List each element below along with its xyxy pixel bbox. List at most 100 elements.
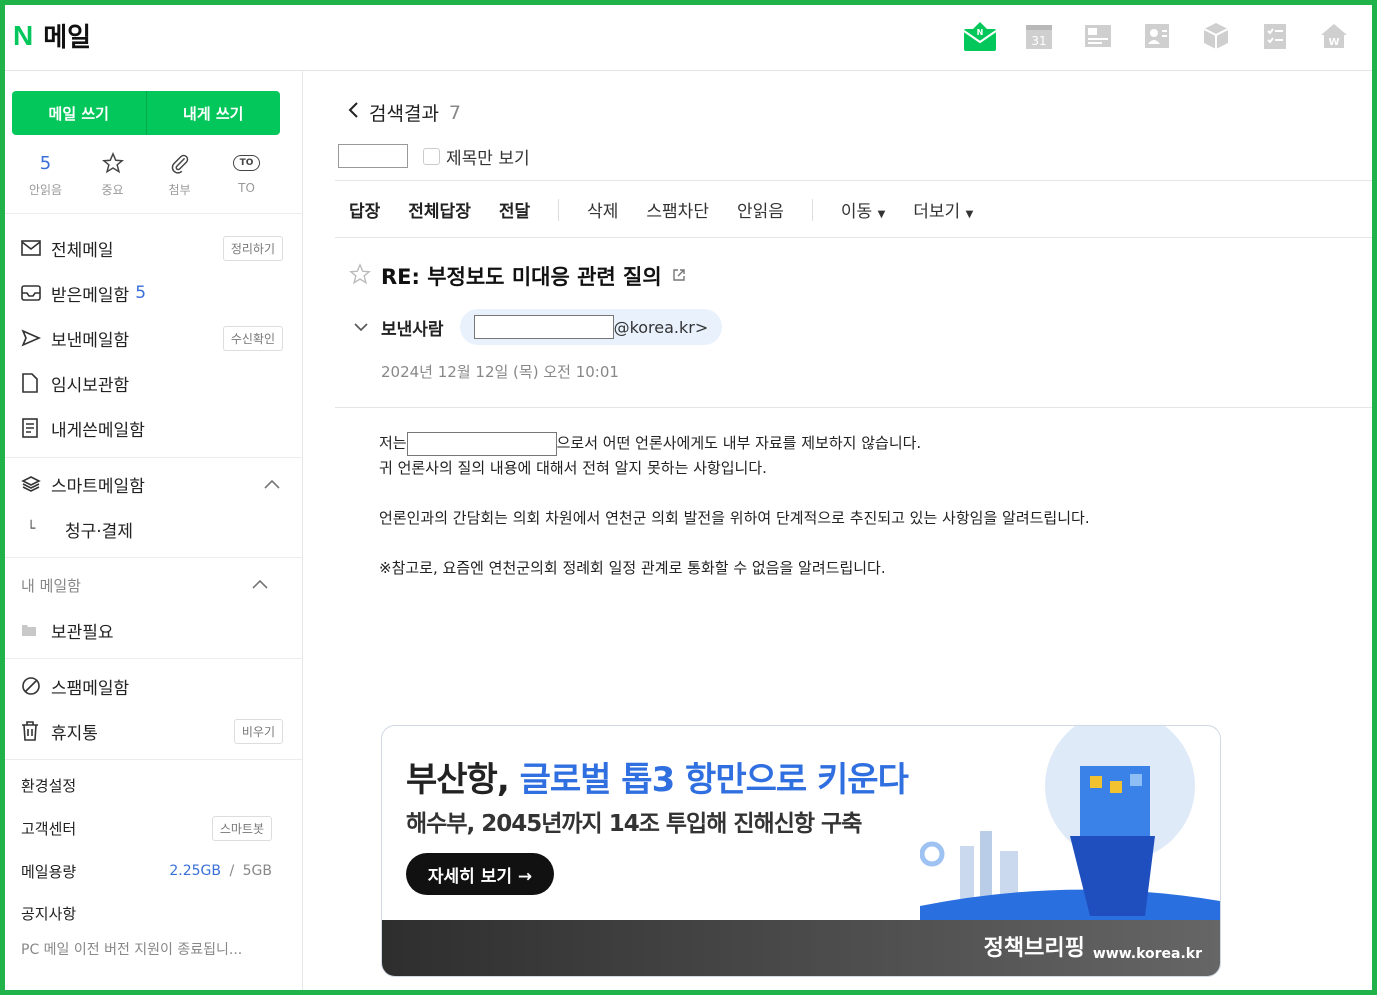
folder-drafts[interactable]: 임시보관함	[21, 368, 285, 398]
settings-link[interactable]: 환경설정	[21, 775, 76, 796]
folder-spam[interactable]: 스팸메일함	[21, 671, 285, 701]
contacts-icon[interactable]	[1138, 17, 1175, 54]
unread-filter[interactable]: 5 안읽음	[12, 151, 79, 213]
reply-all-button[interactable]: 전체답장	[408, 197, 471, 222]
folder-sent[interactable]: 보낸메일함 수신확인	[21, 323, 285, 353]
more-label: 더보기	[913, 202, 961, 222]
folder-trash[interactable]: 휴지통 비우기	[21, 716, 285, 746]
block-spam-button[interactable]: 스팸차단	[646, 197, 709, 222]
smartbot-button[interactable]: 스마트봇	[211, 816, 272, 841]
service-title[interactable]: 메일	[43, 17, 91, 54]
toolbar-divider	[811, 198, 813, 221]
more-dropdown[interactable]: 더보기 ▼	[913, 197, 973, 222]
box-icon[interactable]	[1197, 17, 1234, 54]
ad-banner[interactable]: 부산항, 글로벌 톱3 항만으로 키운다 해수부, 2045년까지 14조 투입…	[381, 725, 1221, 977]
document-icon	[21, 373, 43, 393]
body-line1-start: 저는	[379, 434, 407, 452]
trash-icon	[21, 721, 43, 741]
move-label: 이동	[840, 202, 873, 222]
to-icon-text: TO	[232, 155, 261, 171]
forward-button[interactable]: 전달	[499, 197, 530, 222]
inbox-unread-count[interactable]: 5	[135, 283, 146, 303]
organize-button[interactable]: 정리하기	[222, 236, 283, 261]
mail-icon[interactable]: N	[961, 17, 998, 54]
empty-trash-button[interactable]: 비우기	[233, 719, 283, 744]
calendar-day-text: 31	[1031, 34, 1046, 48]
move-dropdown[interactable]: 이동 ▼	[841, 197, 885, 222]
body-paragraph: 저는 으로서 어떤 언론사에게도 내부 자료를 제보하지 않습니다. 귀 언론사의…	[379, 431, 1090, 481]
todo-icon[interactable]	[1256, 17, 1293, 54]
sender-domain: @korea.kr>	[613, 317, 709, 337]
sender-row: 보낸사람 @korea.kr>	[353, 309, 723, 345]
support-link[interactable]: 고객센터	[21, 818, 76, 839]
mail-subject: RE: 부정보도 미대응 관련 질의	[349, 261, 686, 291]
mark-unread-button[interactable]: 안읽음	[737, 197, 784, 222]
folder-smart[interactable]: 스마트메일함	[21, 469, 285, 499]
ad-brand: 정책브리핑 www.korea.kr	[984, 930, 1202, 962]
star-icon[interactable]	[349, 263, 371, 289]
popout-icon[interactable]	[672, 267, 686, 286]
ad-footer: 정책브리핑 www.korea.kr	[382, 920, 1220, 976]
notice-text[interactable]: PC 메일 이전 버전 지원이 종료됩니...	[21, 939, 271, 959]
reply-button[interactable]: 답장	[349, 197, 380, 222]
caret-down-icon: ▼	[877, 209, 886, 220]
folder-smart-label: 스마트메일함	[51, 476, 145, 497]
subject-only-checkbox[interactable]	[423, 148, 440, 165]
divider	[335, 237, 1372, 238]
chevron-left-icon	[347, 101, 359, 124]
block-icon	[21, 676, 43, 696]
svg-text:W: W	[1328, 37, 1339, 48]
toolbar-divider	[558, 198, 560, 221]
write-to-me-button[interactable]: 내게 쓰기	[147, 91, 281, 135]
divider	[5, 658, 303, 659]
back-to-results[interactable]: 검색결과 7	[347, 99, 461, 126]
storage-separator: /	[229, 863, 235, 879]
inbox-icon	[21, 284, 43, 302]
ad-headline: 부산항, 글로벌 톱3 항만으로 키운다	[406, 752, 909, 801]
sender-label: 보낸사람	[381, 319, 444, 340]
folder-all[interactable]: 전체메일 정리하기	[21, 233, 285, 263]
subject-text: RE: 부정보도 미대응 관련 질의	[381, 265, 662, 289]
folder-billing-label: 청구·결제	[65, 521, 133, 542]
body-line3: 언론인과의 간담회는 의회 차원에서 연천군 의회 발전을 위하여 단계적으로 …	[379, 509, 1090, 527]
subject-only-toggle[interactable]: 제목만 보기	[423, 144, 530, 169]
to-label: TO	[238, 181, 255, 195]
to-icon: TO	[213, 151, 280, 175]
ad-headline-b: 글로벌 톱3 항만으로 키운다	[519, 760, 909, 800]
news-icon[interactable]	[1079, 17, 1116, 54]
chevron-up-icon[interactable]	[251, 575, 298, 594]
storage-label: 메일용량	[21, 863, 77, 881]
svg-text:N: N	[976, 28, 983, 37]
my-folders-heading: 내 메일함	[21, 577, 81, 595]
calendar-icon[interactable]: 31	[1020, 17, 1057, 54]
ad-headline-a: 부산항,	[406, 760, 510, 800]
folder-billing[interactable]: └ 청구·결제	[21, 514, 285, 544]
important-label: 중요	[101, 183, 124, 197]
mail-date: 2024년 12월 12일 (목) 오전 10:01	[381, 363, 619, 381]
notice-heading[interactable]: 공지사항	[21, 903, 76, 924]
important-filter[interactable]: 중요	[79, 151, 146, 213]
folder-to-me[interactable]: 내게쓴메일함	[21, 413, 285, 443]
port-illustration	[920, 726, 1220, 922]
sender-chip[interactable]: @korea.kr>	[459, 309, 723, 345]
naver-logo[interactable]: N	[13, 20, 33, 52]
mail-body: 저는 으로서 어떤 언론사에게도 내부 자료를 제보하지 않습니다. 귀 언론사의…	[379, 431, 1090, 606]
chevron-down-icon[interactable]	[353, 318, 369, 337]
attach-filter[interactable]: 첨부	[146, 151, 213, 213]
unread-count: 5	[39, 152, 52, 174]
caret-down-icon: ▼	[965, 209, 974, 220]
select-all-box[interactable]	[338, 144, 408, 168]
folder-inbox[interactable]: 받은메일함 5	[21, 278, 285, 308]
delete-button[interactable]: 삭제	[587, 197, 618, 222]
divider	[5, 213, 303, 214]
naver-mail-logo[interactable]: N 메일	[13, 17, 91, 54]
to-filter[interactable]: TO TO	[213, 151, 280, 213]
write-mail-button[interactable]: 메일 쓰기	[12, 91, 147, 135]
paperclip-icon	[146, 151, 213, 175]
chevron-up-icon[interactable]	[263, 475, 281, 495]
folder-keep[interactable]: 보관필요	[21, 615, 285, 645]
brand-name: 정책브리핑	[983, 936, 1085, 961]
home-icon[interactable]: W	[1315, 17, 1352, 54]
ad-cta-button[interactable]: 자세히 보기 →	[406, 853, 554, 895]
read-receipt-button[interactable]: 수신확인	[222, 326, 283, 351]
